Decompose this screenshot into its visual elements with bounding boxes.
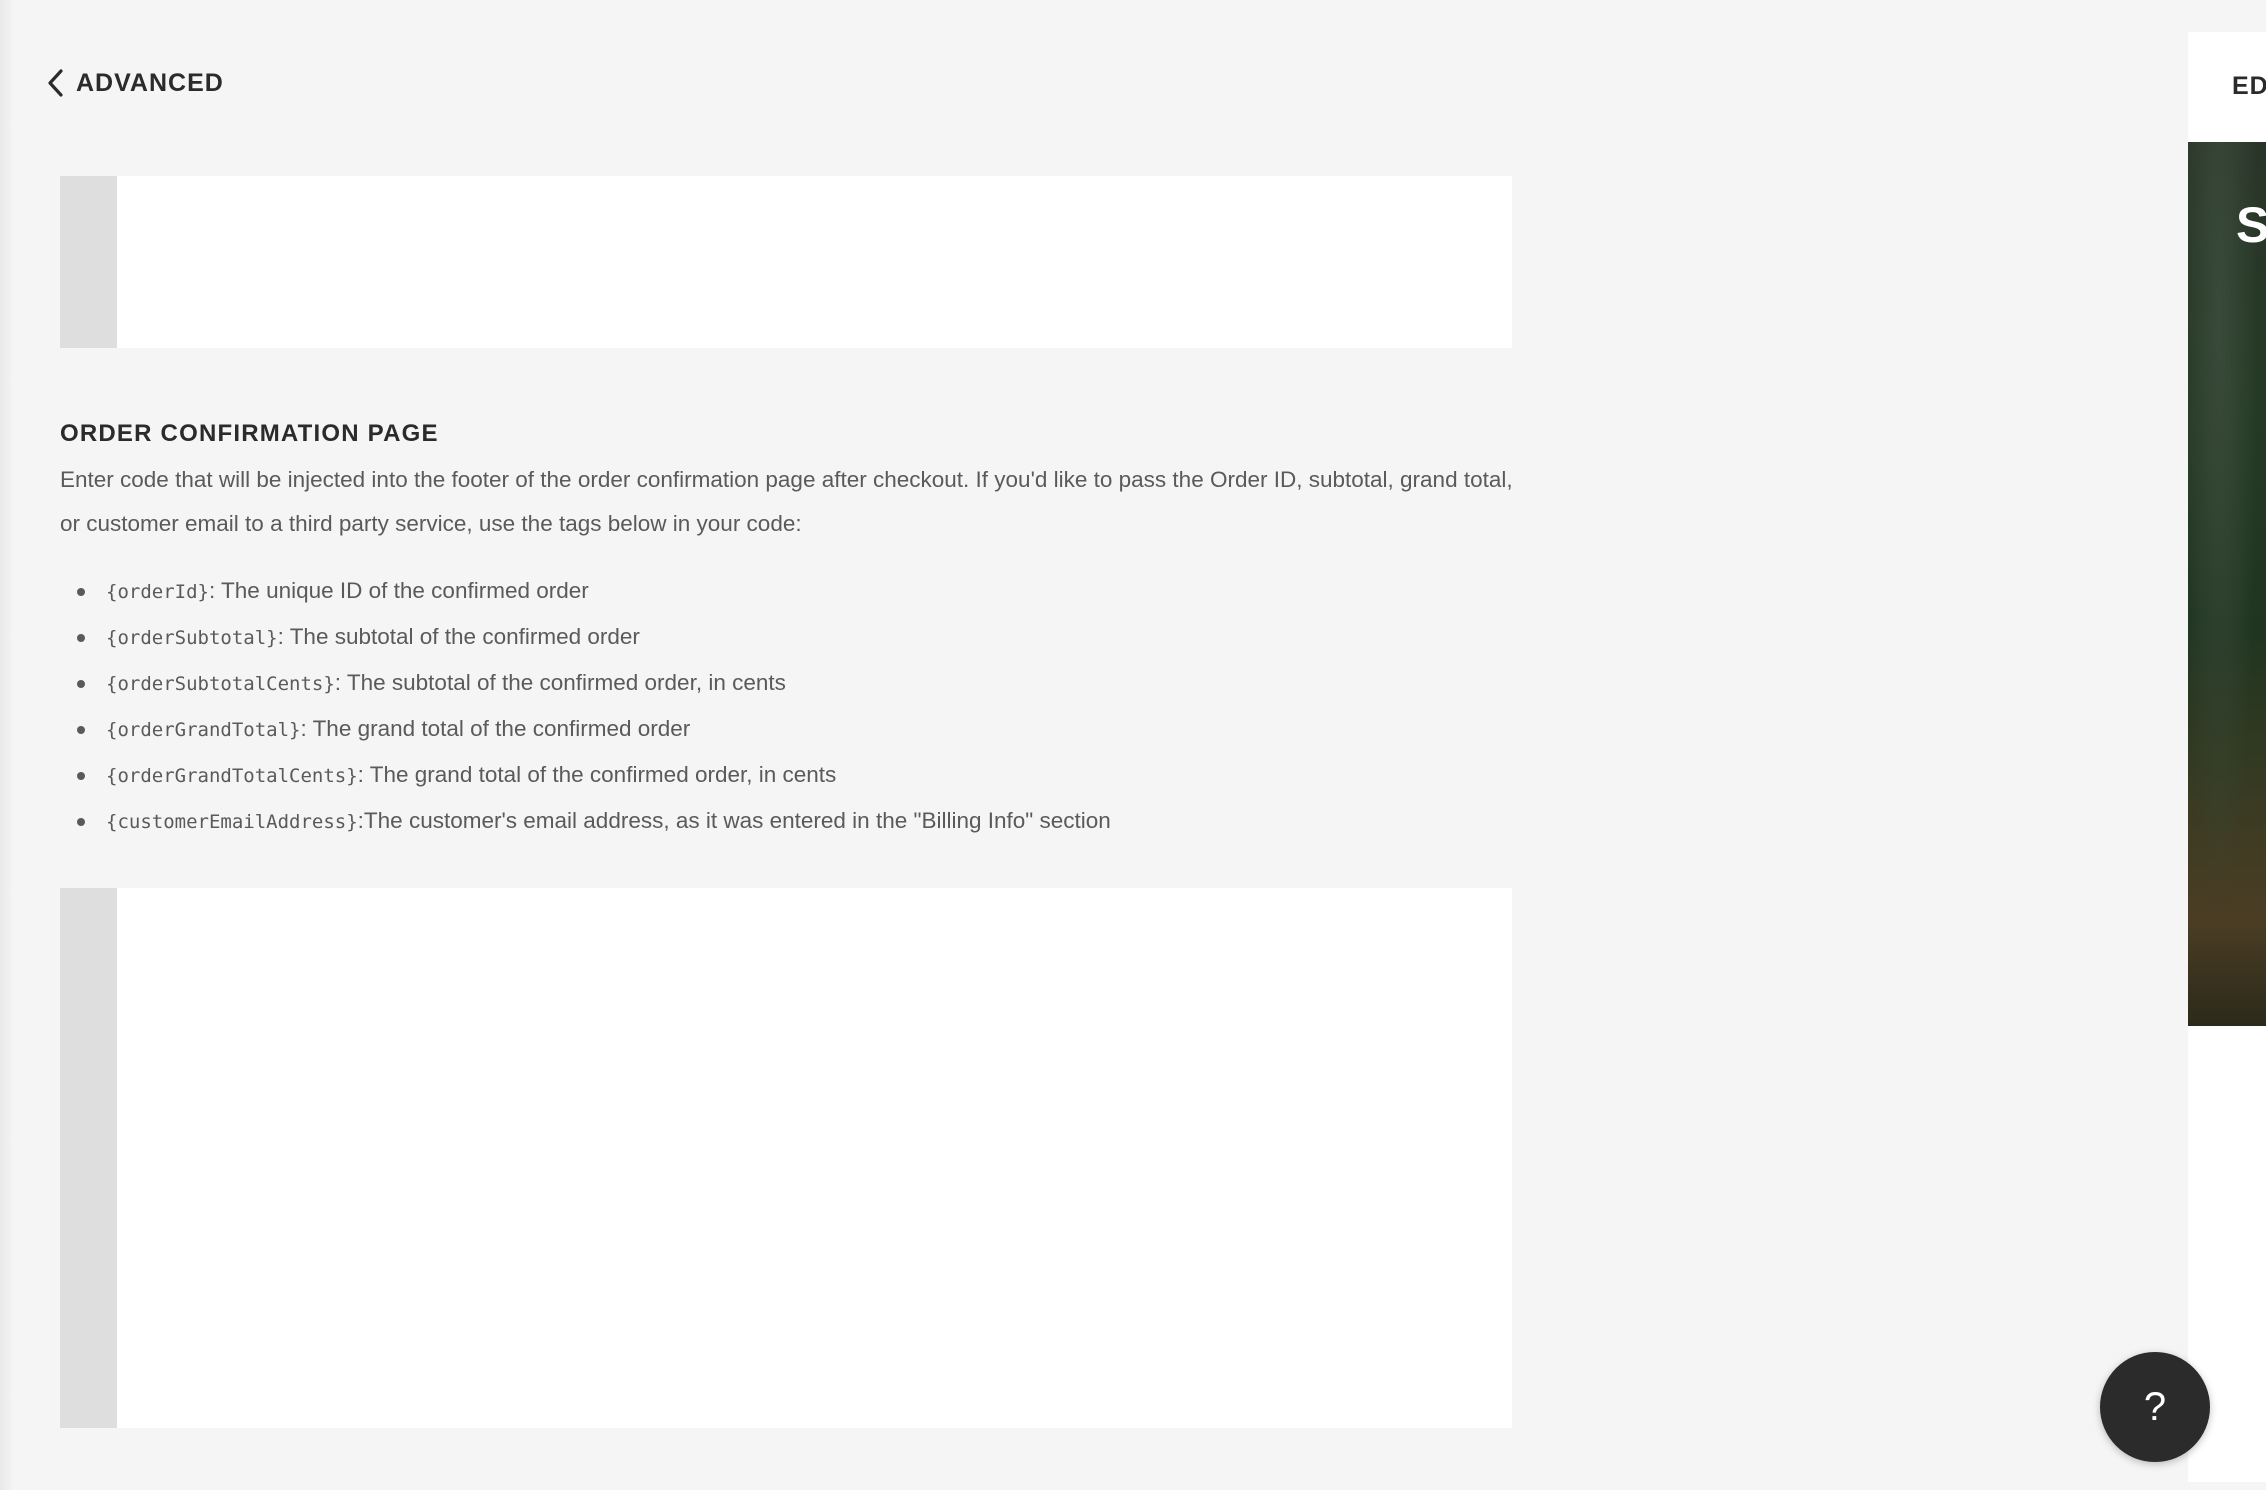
tag-description: : The subtotal of the confirmed order (277, 624, 640, 649)
tag-list: {orderId}: The unique ID of the confirme… (60, 568, 1111, 844)
list-item: {orderSubtotal}: The subtotal of the con… (77, 614, 1111, 660)
preview-hero-image (2188, 142, 2266, 1026)
back-to-advanced-button[interactable]: ADVANCED (46, 68, 224, 98)
tag-code: {orderGrandTotal} (106, 719, 301, 741)
tag-description: : The subtotal of the confirmed order, i… (334, 670, 786, 695)
code-input[interactable] (117, 888, 1512, 1428)
chevron-left-icon (46, 68, 64, 98)
header-code-editor[interactable] (60, 176, 1512, 348)
tag-code: {orderId} (106, 581, 209, 603)
list-item: {orderGrandTotalCents}: The grand total … (77, 752, 1111, 798)
tag-description: : The unique ID of the confirmed order (208, 578, 589, 603)
list-item: {customerEmailAddress}:The customer's em… (77, 798, 1111, 844)
line-number-gutter (60, 176, 117, 348)
list-item: {orderGrandTotal}: The grand total of th… (77, 706, 1111, 752)
back-label: ADVANCED (76, 68, 224, 97)
tag-code: {customerEmailAddress} (106, 811, 358, 833)
preview-hero-heading: S (2236, 197, 2266, 253)
section-description: Enter code that will be injected into th… (60, 467, 1513, 536)
preview-edit-label[interactable]: ED (2232, 72, 2266, 101)
tag-code: {orderGrandTotalCents} (106, 765, 358, 787)
tag-code: {orderSubtotalCents} (106, 673, 335, 695)
panel-shadow (0, 0, 14, 1490)
tag-description: : The grand total of the confirmed order… (357, 762, 837, 787)
order-confirmation-code-editor[interactable] (60, 888, 1512, 1428)
tag-code: {orderSubtotal} (106, 627, 278, 649)
tag-description: : The grand total of the confirmed order (300, 716, 691, 741)
line-number-gutter (60, 888, 117, 1428)
tag-description: :The customer's email address, as it was… (357, 808, 1111, 833)
code-input[interactable] (117, 176, 1512, 348)
list-item: {orderSubtotalCents}: The subtotal of th… (77, 660, 1111, 706)
section-title: ORDER CONFIRMATION PAGE (60, 420, 439, 447)
help-button[interactable]: ? (2100, 1352, 2210, 1462)
advanced-settings-page: ADVANCED ORDER CONFIRMATION PAGE Enter c… (0, 0, 2266, 1490)
question-mark-icon: ? (2143, 1384, 2167, 1429)
list-item: {orderId}: The unique ID of the confirme… (77, 568, 1111, 614)
